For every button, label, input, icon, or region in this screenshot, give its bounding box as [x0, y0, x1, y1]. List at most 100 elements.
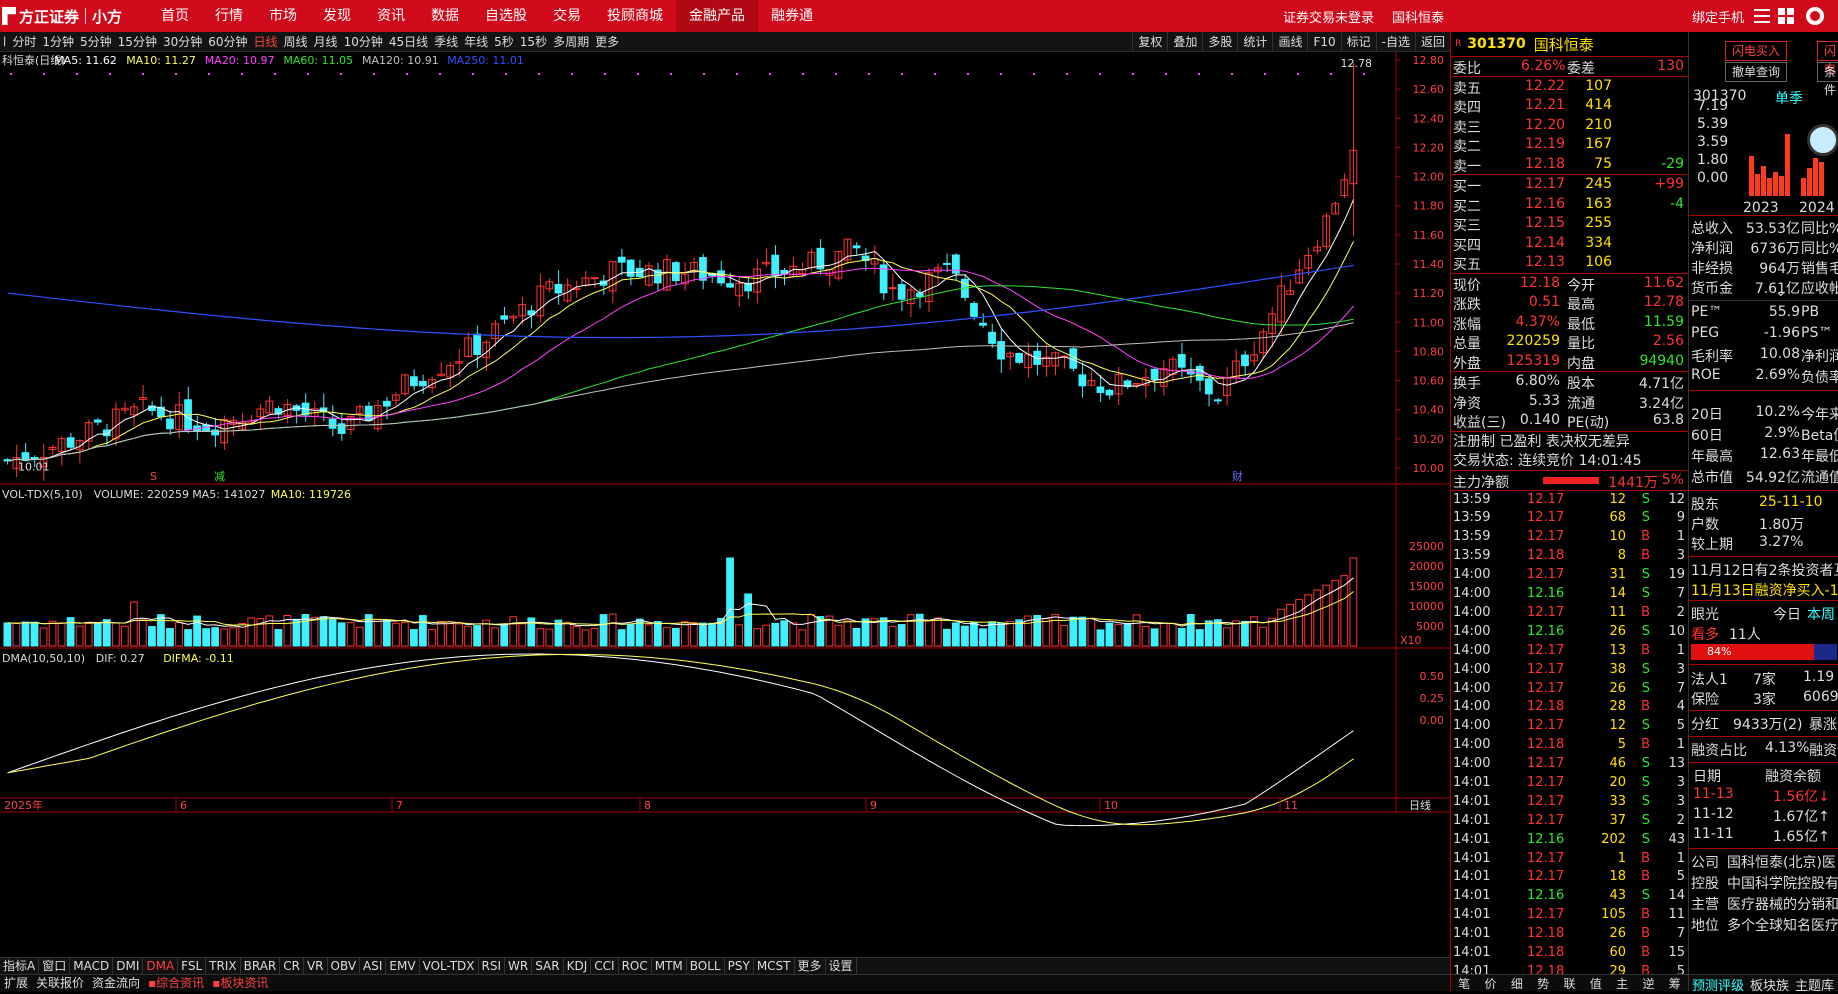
indicator-tab[interactable]: EMV — [386, 958, 420, 974]
news-item[interactable]: 11月13日融资净买入-11 — [1691, 580, 1838, 600]
chart-tool-button[interactable]: 复权 — [1132, 32, 1167, 52]
orderbook-row[interactable]: 涨幅 4.37% 最低 11.59 — [1451, 313, 1688, 333]
orderbook-row[interactable]: 委比 6.26% 委差 130 — [1451, 56, 1688, 77]
timeframe-tab[interactable]: 1分钟 — [39, 33, 77, 50]
side-tab[interactable]: 主题库 — [1792, 975, 1837, 994]
nav-item[interactable]: 资讯 — [364, 0, 418, 32]
timeframe-tab[interactable]: 年线 — [461, 33, 491, 50]
stock-name-link[interactable]: 国科恒泰 — [1392, 7, 1444, 26]
eyes-today-tab[interactable]: 今日 — [1773, 604, 1801, 624]
orderbook-row[interactable]: 买三 12.15 255 — [1451, 214, 1688, 234]
indicator-tab[interactable]: DMI — [113, 958, 144, 974]
indicator-tab[interactable]: ASI — [360, 958, 387, 974]
assistant-avatar-icon[interactable] — [1807, 124, 1838, 156]
quote-tab[interactable]: 价 — [1484, 975, 1496, 991]
side-tab[interactable]: 预测评级 — [1689, 975, 1747, 994]
orderbook-row[interactable]: 现价 12.18 今开 11.62 — [1451, 274, 1688, 294]
orderbook-row[interactable]: 外盘 125319 内盘 94940 — [1451, 352, 1688, 372]
orderbook-row[interactable]: 涨跌 0.51 最高 12.78 — [1451, 293, 1688, 313]
orderbook-row[interactable]: 卖四 12.21 414 — [1451, 96, 1688, 116]
quote-tab[interactable]: 联 — [1563, 975, 1575, 991]
orderbook-row[interactable]: 买四 12.14 334 — [1451, 234, 1688, 254]
nav-item[interactable]: 自选股 — [472, 0, 540, 32]
quote-tab[interactable]: 笔 — [1458, 975, 1470, 991]
chart-tool-button[interactable]: 叠加 — [1167, 32, 1202, 52]
timeframe-tab[interactable]: 月线 — [311, 33, 341, 50]
indicator-tab[interactable]: WR — [505, 958, 533, 974]
orderbook-row[interactable]: 卖二 12.19 167 — [1451, 135, 1688, 155]
indicator-tab[interactable]: RSI — [479, 958, 506, 974]
nav-item[interactable]: 金融产品 — [676, 0, 759, 32]
info-tab[interactable]: 扩展 — [0, 975, 32, 991]
orderbook-row[interactable]: 换手 6.80% 股本 4.71亿 — [1451, 372, 1688, 392]
nav-item[interactable]: 融券通 — [758, 0, 826, 32]
timeframe-tab[interactable]: 日线 — [251, 33, 281, 50]
timeframe-tab[interactable]: 30分钟 — [160, 33, 205, 50]
flash-sell-button[interactable]: 闪电 — [1817, 41, 1838, 76]
login-status-link[interactable]: 证券交易未登录 — [1283, 7, 1374, 26]
timeframe-tab[interactable]: 15秒 — [517, 33, 550, 50]
orderbook-row[interactable]: 主力净额 1441万 5% — [1451, 470, 1688, 491]
nav-item[interactable]: 市场 — [256, 0, 310, 32]
timeframe-tab[interactable]: 10分钟 — [341, 33, 386, 50]
orderbook-row[interactable]: 买五 12.13 106 — [1451, 253, 1688, 273]
expand-icon[interactable]: | — [0, 36, 9, 47]
timeframe-tab[interactable]: 周线 — [281, 33, 311, 50]
nav-item[interactable]: 发现 — [310, 0, 364, 32]
menu-icon[interactable] — [1754, 9, 1770, 23]
cancel-query-button[interactable]: 撤单查询 — [1725, 62, 1788, 82]
indicator-tab[interactable]: BOLL — [687, 958, 725, 974]
tick-list[interactable]: 13:59 12.17 12 S 12 13:59 12.17 68 S 9 13:59 12.17 1… — [1451, 489, 1688, 982]
timeframe-tab[interactable]: 5秒 — [491, 33, 517, 50]
orderbook-row[interactable]: 收益(三) 0.140 PE(动) 63.8 — [1451, 411, 1688, 431]
nav-item[interactable]: 首页 — [148, 0, 202, 32]
info-tab[interactable]: 关联报价 — [32, 975, 88, 991]
nav-item[interactable]: 交易 — [540, 0, 594, 32]
timeframe-tab[interactable]: 60分钟 — [205, 33, 250, 50]
indicator-tab[interactable]: 设置 — [826, 958, 857, 974]
chart-tool-button[interactable]: F10 — [1307, 32, 1340, 52]
timeframe-tab[interactable]: 5分钟 — [77, 33, 115, 50]
event-marker[interactable]: 减 — [214, 470, 225, 483]
stock-code[interactable]: 301370 — [1467, 36, 1525, 52]
condition-button[interactable]: 条件 — [1817, 62, 1838, 97]
gear-icon[interactable] — [1806, 7, 1824, 25]
stock-tags[interactable]: 注册制 已盈利 表决权无差异 — [1453, 432, 1688, 451]
indicator-tab[interactable]: VOL-TDX — [420, 958, 479, 974]
quote-tab[interactable]: 主 — [1616, 975, 1628, 991]
indicator-tab[interactable]: 更多 — [795, 958, 826, 974]
nav-item[interactable]: 投顾商城 — [594, 0, 676, 32]
flash-buy-button[interactable]: 闪电买入 — [1725, 41, 1788, 61]
nav-item[interactable]: 数据 — [418, 0, 472, 32]
event-marker[interactable]: 财 — [1232, 469, 1243, 483]
kline-svg[interactable]: 12.80 12.60 12.40 12.20 12.00 11.80 11.60 11.40… — [0, 52, 1450, 957]
indicator-tab[interactable]: OBV — [328, 958, 361, 974]
side-tab[interactable]: 板块族 — [1747, 975, 1792, 994]
indicator-tab[interactable]: FSL — [178, 958, 207, 974]
info-tab[interactable]: 资金流向 — [88, 975, 144, 991]
indicator-tab[interactable]: PSY — [725, 958, 754, 974]
indicator-tab[interactable]: CR — [280, 958, 304, 974]
indicator-tab[interactable]: VR — [304, 958, 328, 974]
indicator-tab[interactable]: TRIX — [206, 958, 241, 974]
quote-tab[interactable]: 筹 — [1669, 975, 1681, 991]
quote-tab[interactable]: 逆 — [1642, 975, 1654, 991]
indicator-tab[interactable]: 窗口 — [39, 958, 71, 974]
news-item[interactable]: 11月12日有2条投资者互 — [1691, 560, 1838, 580]
indicator-tab[interactable]: MACD — [70, 958, 114, 974]
timeframe-tab[interactable]: 多周期 — [550, 33, 592, 50]
grid-apps-icon[interactable] — [1778, 8, 1794, 24]
indicator-tab[interactable]: ROC — [619, 958, 652, 974]
indicator-tab[interactable]: MCST — [754, 958, 795, 974]
orderbook-row[interactable]: 卖五 12.22 107 — [1451, 77, 1688, 97]
chart-tool-button[interactable]: 返回 — [1414, 32, 1450, 52]
indicator-tab[interactable]: 指标A — [0, 958, 40, 974]
timeframe-tab[interactable]: 45日线 — [386, 33, 431, 50]
bind-phone-link[interactable]: 绑定手机 — [1692, 7, 1744, 26]
chart-tool-button[interactable]: 画线 — [1272, 32, 1307, 52]
orderbook-row[interactable]: 买二 12.16 163 -4 — [1451, 195, 1688, 215]
indicator-tab[interactable]: BRAR — [241, 958, 281, 974]
orderbook-row[interactable]: 净资 5.33 流通 3.24亿 — [1451, 392, 1688, 412]
timeframe-tab[interactable]: 更多 — [592, 33, 622, 50]
indicator-tab[interactable]: CCI — [591, 958, 619, 974]
